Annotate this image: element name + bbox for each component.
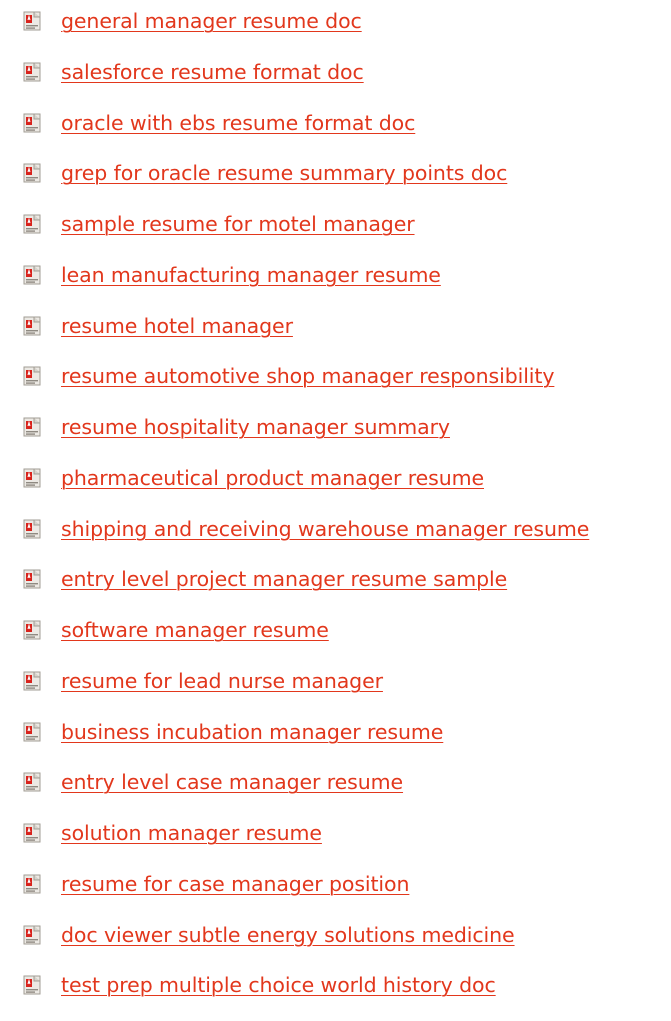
list-item: software manager resume xyxy=(0,610,671,650)
document-link[interactable]: resume hospitality manager summary xyxy=(61,415,450,439)
pdf-file-icon xyxy=(23,265,41,285)
list-item: oracle with ebs resume format doc xyxy=(0,103,671,143)
pdf-file-icon xyxy=(23,975,41,995)
document-link[interactable]: lean manufacturing manager resume xyxy=(61,263,441,287)
pdf-file-icon xyxy=(23,772,41,792)
pdf-file-icon xyxy=(23,671,41,691)
pdf-file-icon xyxy=(23,468,41,488)
list-item: resume for case manager position xyxy=(0,864,671,904)
pdf-file-icon xyxy=(23,722,41,741)
pdf-file-icon xyxy=(23,316,41,335)
document-link[interactable]: solution manager resume xyxy=(61,821,322,845)
pdf-file-icon xyxy=(23,11,41,31)
list-item: shipping and receiving warehouse manager… xyxy=(0,509,671,549)
list-item: doc viewer subtle energy solutions medic… xyxy=(0,915,671,955)
document-link[interactable]: resume hotel manager xyxy=(61,314,293,338)
list-item: business incubation manager resume xyxy=(0,712,671,752)
pdf-file-icon xyxy=(23,163,41,183)
document-link[interactable]: doc viewer subtle energy solutions medic… xyxy=(61,923,515,947)
list-item: entry level case manager resume xyxy=(0,762,671,802)
document-link[interactable]: pharmaceutical product manager resume xyxy=(61,466,484,490)
list-item: resume hotel manager xyxy=(0,306,671,346)
pdf-file-icon xyxy=(23,214,41,234)
pdf-file-icon xyxy=(23,569,41,589)
list-item: lean manufacturing manager resume xyxy=(0,255,671,295)
list-item: resume automotive shop manager responsib… xyxy=(0,356,671,396)
pdf-file-icon xyxy=(23,620,41,640)
pdf-file-icon xyxy=(23,417,41,437)
pdf-file-icon xyxy=(23,62,41,82)
list-item: test prep multiple choice world history … xyxy=(0,965,671,1005)
pdf-file-icon xyxy=(23,874,41,894)
document-link[interactable]: entry level project manager resume sampl… xyxy=(61,567,507,591)
list-item: entry level project manager resume sampl… xyxy=(0,559,671,599)
list-item: resume for lead nurse manager xyxy=(0,661,671,701)
document-link[interactable]: resume for case manager position xyxy=(61,872,409,896)
document-link[interactable]: salesforce resume format doc xyxy=(61,60,364,84)
pdf-file-icon xyxy=(23,366,41,386)
document-link[interactable]: test prep multiple choice world history … xyxy=(61,973,496,997)
list-item: sample resume for motel manager xyxy=(0,204,671,244)
list-item: salesforce resume format doc xyxy=(0,52,671,92)
pdf-file-icon xyxy=(23,823,41,843)
pdf-file-icon xyxy=(23,519,41,538)
document-link[interactable]: resume for lead nurse manager xyxy=(61,669,383,693)
document-link[interactable]: software manager resume xyxy=(61,618,329,642)
list-item: grep for oracle resume summary points do… xyxy=(0,153,671,193)
document-link[interactable]: grep for oracle resume summary points do… xyxy=(61,161,507,185)
document-link[interactable]: resume automotive shop manager responsib… xyxy=(61,364,554,388)
document-link[interactable]: oracle with ebs resume format doc xyxy=(61,111,415,135)
document-link[interactable]: shipping and receiving warehouse manager… xyxy=(61,517,589,541)
pdf-file-icon xyxy=(23,113,41,132)
document-link[interactable]: sample resume for motel manager xyxy=(61,212,415,236)
list-item: solution manager resume xyxy=(0,813,671,853)
document-link[interactable]: general manager resume doc xyxy=(61,9,362,33)
pdf-file-icon xyxy=(23,925,41,944)
list-item: pharmaceutical product manager resume xyxy=(0,458,671,498)
document-link[interactable]: business incubation manager resume xyxy=(61,720,443,744)
list-item: resume hospitality manager summary xyxy=(0,407,671,447)
document-link[interactable]: entry level case manager resume xyxy=(61,770,403,794)
list-item: general manager resume doc xyxy=(0,1,671,41)
